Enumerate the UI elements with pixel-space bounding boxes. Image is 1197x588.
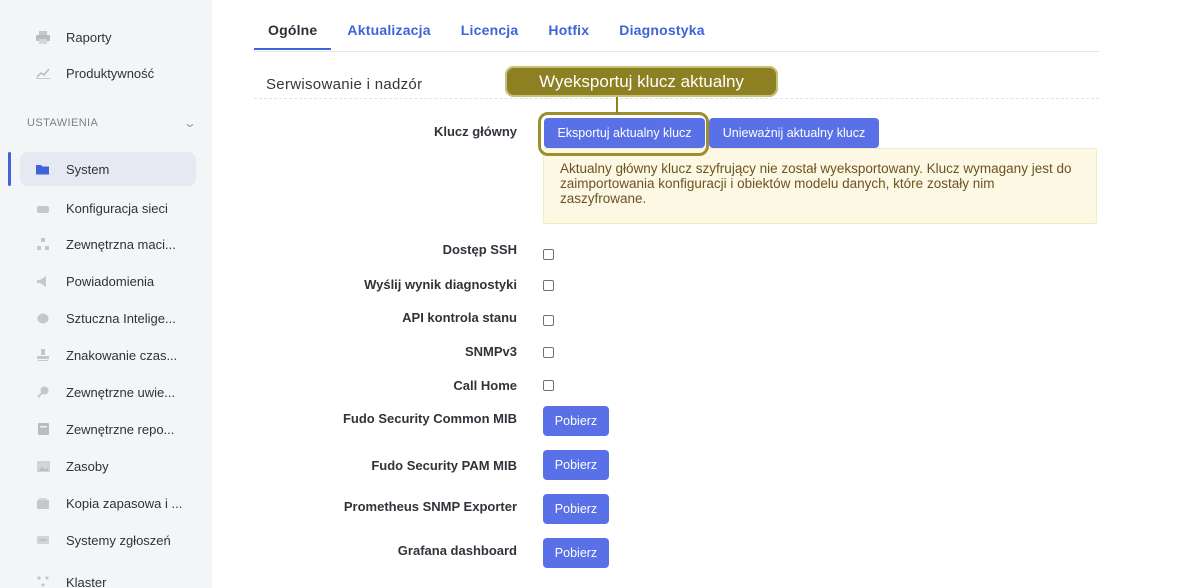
- section-title: Serwisowanie i nadzór: [266, 76, 423, 93]
- api-health-label: API kontrola stanu: [402, 310, 517, 325]
- sidebar-item-timestamping[interactable]: Znakowanie czas...: [20, 338, 196, 372]
- tab-update[interactable]: Aktualizacja: [347, 22, 444, 50]
- sidebar-item-label: Raporty: [66, 29, 112, 45]
- send-diagnostics-label: Wyślij wynik diagnostyki: [364, 277, 517, 292]
- download-common-mib-button[interactable]: Pobierz: [543, 406, 609, 436]
- sidebar-item-reports[interactable]: Raporty: [20, 20, 196, 54]
- api-health-checkbox[interactable]: [543, 315, 554, 326]
- sidebar-item-label: Zewnętrzna maci...: [66, 236, 176, 252]
- cluster-icon: [36, 575, 50, 588]
- backup-icon: [36, 496, 50, 510]
- brain-icon: [36, 311, 50, 325]
- export-tooltip: Wyeksportuj klucz aktualny: [505, 66, 778, 97]
- printer-icon: [36, 30, 50, 44]
- tab-license[interactable]: Licencja: [461, 22, 533, 50]
- key-warning-alert: Aktualny główny klucz szyfrujący nie zos…: [543, 148, 1097, 224]
- pam-mib-label: Fudo Security PAM MIB: [371, 458, 517, 473]
- network-icon: [36, 201, 50, 215]
- sidebar-item-label: Klaster: [66, 574, 107, 588]
- sidebar-item-external-auth[interactable]: Zewnętrzne uwie...: [20, 375, 196, 409]
- snmp-exporter-label: Prometheus SNMP Exporter: [343, 499, 517, 514]
- ssh-access-checkbox[interactable]: [543, 249, 554, 260]
- sidebar-item-network[interactable]: Konfiguracja sieci: [20, 191, 196, 225]
- chevron-down-icon: ⌄: [182, 116, 198, 130]
- invalidate-key-button[interactable]: Unieważnij aktualny klucz: [709, 118, 879, 148]
- tab-general[interactable]: Ogólne: [254, 22, 332, 50]
- sidebar-item-cluster[interactable]: Klaster: [20, 565, 196, 588]
- tab-diagnostics[interactable]: Diagnostyka: [619, 22, 718, 50]
- download-snmp-exporter-button[interactable]: Pobierz: [543, 494, 609, 524]
- active-indicator: [8, 152, 11, 186]
- image-icon: [36, 459, 50, 473]
- sidebar-item-label: Zewnętrzne repo...: [66, 421, 175, 437]
- grafana-dashboard-label: Grafana dashboard: [397, 543, 517, 558]
- download-grafana-dashboard-button[interactable]: Pobierz: [543, 538, 609, 568]
- sidebar-item-label: Powiadomienia: [66, 273, 155, 289]
- tooltip-pointer: [616, 97, 618, 113]
- send-diagnostics-checkbox[interactable]: [543, 280, 554, 291]
- sidebar-item-label: Produktywność: [66, 65, 155, 81]
- common-mib-label: Fudo Security Common MIB: [342, 411, 517, 426]
- snmpv3-checkbox[interactable]: [543, 347, 554, 358]
- sidebar-item-label: Zewnętrzne uwie...: [66, 384, 176, 400]
- tab-bar: Ogólne Aktualizacja Licencja Hotfix Diag…: [254, 22, 735, 50]
- sidebar-item-external-matrix[interactable]: Zewnętrzna maci...: [20, 227, 196, 261]
- sidebar-item-notifications[interactable]: Powiadomienia: [20, 264, 196, 298]
- sidebar-item-label: Systemy zgłoszeń: [66, 532, 171, 548]
- tab-hotfix[interactable]: Hotfix: [548, 22, 603, 50]
- snmpv3-label: SNMPv3: [464, 344, 517, 359]
- megaphone-icon: [36, 274, 50, 288]
- stamp-icon: [36, 348, 50, 362]
- sidebar-item-label: System: [66, 161, 110, 177]
- download-pam-mib-button[interactable]: Pobierz: [543, 450, 609, 480]
- sidebar-item-label: Sztuczna Intelige...: [66, 310, 176, 326]
- section-header-label: USTAWIENIA: [27, 117, 99, 129]
- sidebar-item-system[interactable]: System: [20, 152, 196, 186]
- chart-icon: [36, 66, 50, 80]
- settings-section-header[interactable]: USTAWIENIA ⌄: [27, 116, 198, 130]
- sidebar-item-resources[interactable]: Zasoby: [20, 449, 196, 483]
- ssh-access-label: Dostęp SSH: [442, 242, 517, 257]
- sitemap-icon: [36, 237, 50, 251]
- sidebar-item-label: Konfiguracja sieci: [66, 200, 168, 216]
- call-home-label: Call Home: [453, 378, 517, 393]
- sidebar-item-productivity[interactable]: Produktywność: [20, 56, 196, 90]
- sidebar-item-label: Zasoby: [66, 458, 109, 474]
- ticket-icon: [36, 533, 50, 547]
- master-key-label: Klucz główny: [433, 124, 517, 139]
- sidebar-item-external-repo[interactable]: Zewnętrzne repo...: [20, 412, 196, 446]
- section-divider: [254, 98, 1099, 99]
- key-icon: [36, 385, 50, 399]
- call-home-checkbox[interactable]: [543, 380, 554, 391]
- sidebar-item-label: Kopia zapasowa i ...: [66, 495, 183, 511]
- sidebar-item-ai[interactable]: Sztuczna Intelige...: [20, 301, 196, 335]
- sidebar: Raporty Produktywność USTAWIENIA ⌄ Syste…: [0, 0, 212, 588]
- sidebar-item-backup[interactable]: Kopia zapasowa i ...: [20, 486, 196, 520]
- sidebar-item-ticket-systems[interactable]: Systemy zgłoszeń: [20, 523, 196, 557]
- repository-icon: [36, 422, 50, 436]
- sidebar-item-label: Znakowanie czas...: [66, 347, 178, 363]
- tabs-divider: [254, 51, 1099, 52]
- export-button-highlight: [538, 112, 709, 156]
- folder-icon: [36, 162, 50, 176]
